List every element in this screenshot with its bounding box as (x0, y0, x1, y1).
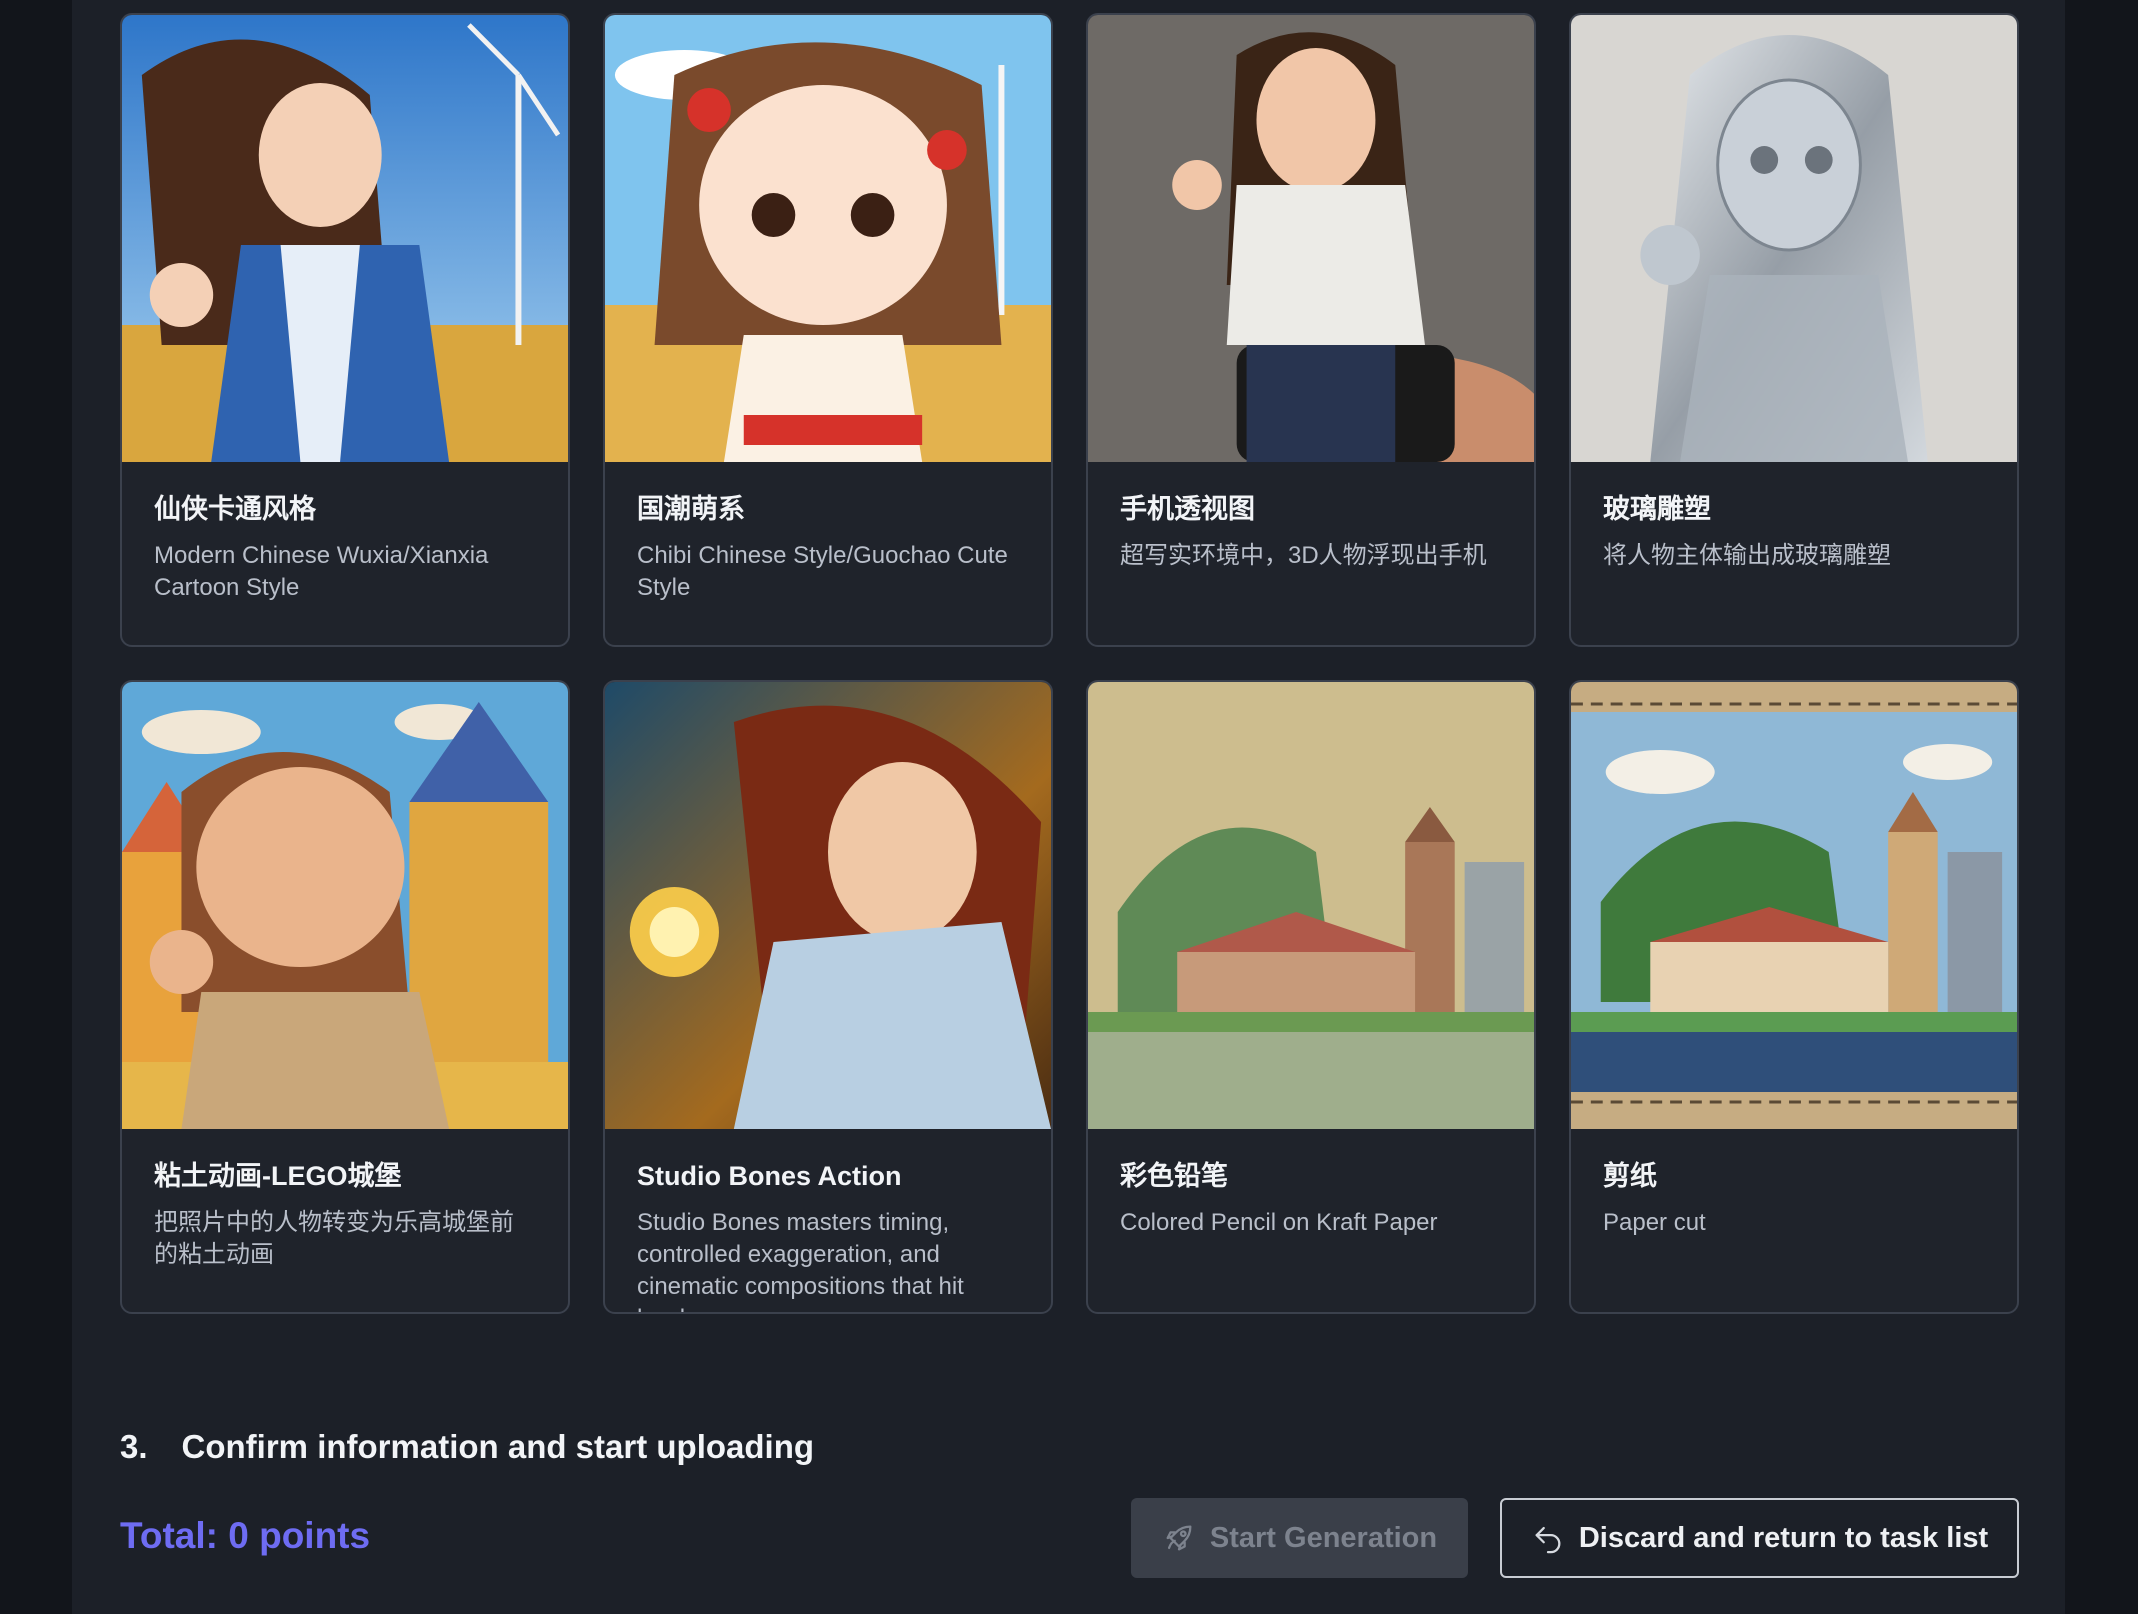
style-description: 把照片中的人物转变为乐高城堡前的粘土动画 (154, 1209, 514, 1268)
style-title: 玻璃雕塑 (1603, 494, 1711, 524)
style-thumbnail (122, 15, 568, 462)
start-generation-button[interactable]: Start Generation (1131, 1498, 1468, 1578)
style-card-phone[interactable]: 手机透视图 超写实环境中，3D人物浮现出手机 (1086, 13, 1536, 647)
total-points: Total: 0 points (120, 1515, 371, 1556)
style-card-glass[interactable]: 玻璃雕塑 将人物主体输出成玻璃雕塑 (1569, 13, 2019, 647)
style-description: Colored Pencil on Kraft Paper (1120, 1209, 1438, 1236)
rocket-icon (1162, 1521, 1196, 1555)
step-label: Confirm information and start uploading (181, 1428, 815, 1465)
style-title: 手机透视图 (1120, 494, 1255, 524)
style-title: 粘土动画-LEGO城堡 (154, 1161, 402, 1191)
style-title: Studio Bones Action (637, 1161, 902, 1191)
return-arrow-icon (1531, 1521, 1565, 1555)
style-thumbnail (1088, 682, 1534, 1129)
style-card-clay[interactable]: 粘土动画-LEGO城堡 把照片中的人物转变为乐高城堡前的粘土动画 (120, 680, 570, 1314)
style-title: 剪纸 (1603, 1161, 1657, 1191)
discard-return-label: Discard and return to task list (1578, 1521, 1989, 1554)
step-number: 3. (120, 1428, 148, 1465)
style-description: Chibi Chinese Style/Guochao Cute Style (637, 542, 1008, 601)
page: 仙侠卡通风格 Modern Chinese Wuxia/Xianxia Cart… (72, 0, 2065, 1614)
style-card-guochao[interactable]: 国潮萌系 Chibi Chinese Style/Guochao Cute St… (603, 13, 1053, 647)
style-thumbnail (605, 15, 1051, 462)
discard-return-button[interactable]: Discard and return to task list (1500, 1498, 2019, 1578)
start-generation-label: Start Generation (1209, 1521, 1438, 1554)
style-card-bones[interactable]: Studio Bones Action Studio Bones masters… (603, 680, 1053, 1314)
style-thumbnail (122, 682, 568, 1129)
step-heading: 3. Confirm information and start uploadi… (120, 1428, 814, 1466)
style-thumbnail (1571, 682, 2017, 1129)
style-thumbnail (1088, 15, 1534, 462)
style-description: 超写实环境中，3D人物浮现出手机 (1120, 542, 1487, 569)
style-title: 仙侠卡通风格 (154, 494, 316, 524)
style-thumbnail (605, 682, 1051, 1129)
style-card-papercut[interactable]: 剪纸 Paper cut (1569, 680, 2019, 1314)
style-card-wuxia[interactable]: 仙侠卡通风格 Modern Chinese Wuxia/Xianxia Cart… (120, 13, 570, 647)
style-description: Studio Bones masters timing, controlled … (637, 1209, 964, 1312)
style-thumbnail (1571, 15, 2017, 462)
style-description: Modern Chinese Wuxia/Xianxia Cartoon Sty… (154, 542, 489, 601)
style-description: 将人物主体输出成玻璃雕塑 (1603, 542, 1891, 569)
style-title: 国潮萌系 (637, 494, 745, 524)
style-card-pencil[interactable]: 彩色铅笔 Colored Pencil on Kraft Paper (1086, 680, 1536, 1314)
style-title: 彩色铅笔 (1120, 1161, 1228, 1191)
style-grid: 仙侠卡通风格 Modern Chinese Wuxia/Xianxia Cart… (120, 13, 2019, 1314)
style-description: Paper cut (1603, 1209, 1706, 1236)
